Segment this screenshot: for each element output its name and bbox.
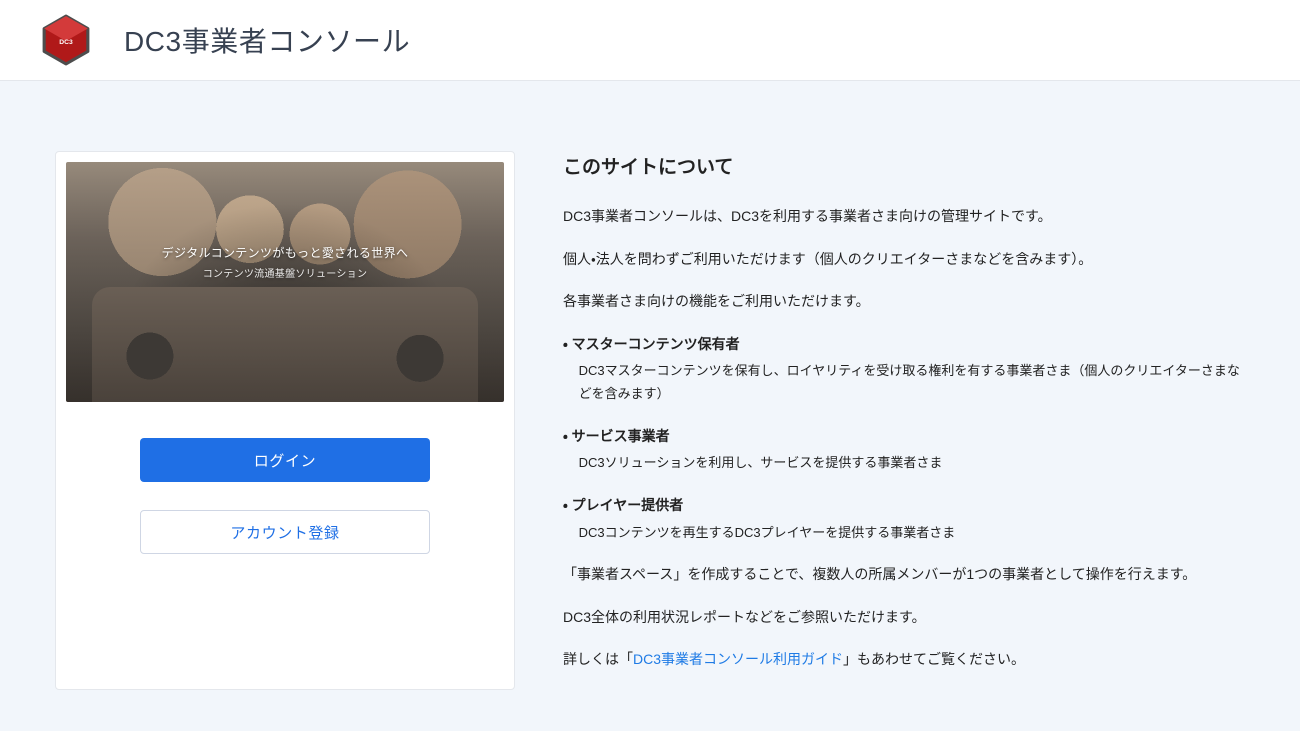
about-p3: 各事業者さま向けの機能をご利用いただけます。	[563, 289, 1250, 314]
logo-hex-icon: DC3	[40, 14, 92, 66]
login-card: デジタルコンテンツがもっと愛される世界へ コンテンツ流通基盤ソリューション DC…	[55, 151, 515, 690]
hero-image: デジタルコンテンツがもっと愛される世界へ コンテンツ流通基盤ソリューション DC…	[66, 162, 504, 402]
login-button[interactable]: ログイン	[140, 438, 430, 482]
about-p1: DC3事業者コンソールは、DC3を利用する事業者さま向けの管理サイトです。	[563, 204, 1250, 229]
role-desc: DC3ソリューションを利用し、サービスを提供する事業者さま	[563, 452, 1250, 475]
brand: DC3 DC3事業者コンソール	[40, 14, 410, 66]
hero-tagline: デジタルコンテンツがもっと愛される世界へ	[66, 244, 504, 261]
guide-link[interactable]: DC3事業者コンソール利用ガイド	[633, 651, 843, 667]
about-p4: 「事業者スペース」を作成することで、複数人の所属メンバーが1つの事業者として操作…	[563, 562, 1250, 587]
hero-logo-text: DC3	[66, 290, 504, 345]
guide-pre: 詳しくは「	[563, 651, 633, 667]
app-title: DC3事業者コンソール	[124, 20, 410, 60]
card-actions: ログイン アカウント登録	[66, 402, 504, 554]
role-title: プレイヤー提供者	[563, 493, 1250, 518]
about-title: このサイトについて	[563, 151, 1250, 184]
role-item: サービス事業者 DC3ソリューションを利用し、サービスを提供する事業者さま	[563, 424, 1250, 475]
hero-subtag: コンテンツ流通基盤ソリューション	[66, 265, 504, 280]
role-desc: DC3マスターコンテンツを保有し、ロイヤリティを受け取る権利を有する事業者さま（…	[563, 360, 1250, 406]
role-list: マスターコンテンツ保有者 DC3マスターコンテンツを保有し、ロイヤリティを受け取…	[563, 332, 1250, 545]
logo-text: DC3	[59, 39, 73, 46]
about-section: このサイトについて DC3事業者コンソールは、DC3を利用する事業者さま向けの管…	[563, 151, 1250, 690]
hero-overlay: デジタルコンテンツがもっと愛される世界へ コンテンツ流通基盤ソリューション DC…	[66, 244, 504, 345]
role-item: プレイヤー提供者 DC3コンテンツを再生するDC3プレイヤーを提供する事業者さま	[563, 493, 1250, 544]
role-item: マスターコンテンツ保有者 DC3マスターコンテンツを保有し、ロイヤリティを受け取…	[563, 332, 1250, 406]
register-button[interactable]: アカウント登録	[140, 510, 430, 554]
role-title: サービス事業者	[563, 424, 1250, 449]
page-body: デジタルコンテンツがもっと愛される世界へ コンテンツ流通基盤ソリューション DC…	[0, 81, 1300, 730]
about-guide: 詳しくは「DC3事業者コンソール利用ガイド」もあわせてご覧ください。	[563, 647, 1250, 672]
guide-post: 」もあわせてご覧ください。	[843, 651, 1025, 667]
about-p5: DC3全体の利用状況レポートなどをご参照いただけます。	[563, 605, 1250, 630]
role-title: マスターコンテンツ保有者	[563, 332, 1250, 357]
page-header: DC3 DC3事業者コンソール	[0, 0, 1300, 81]
about-p2: 個人・法人を問わずご利用いただけます（個人のクリエイターさまなどを含みます）。	[563, 247, 1250, 272]
role-desc: DC3コンテンツを再生するDC3プレイヤーを提供する事業者さま	[563, 522, 1250, 545]
